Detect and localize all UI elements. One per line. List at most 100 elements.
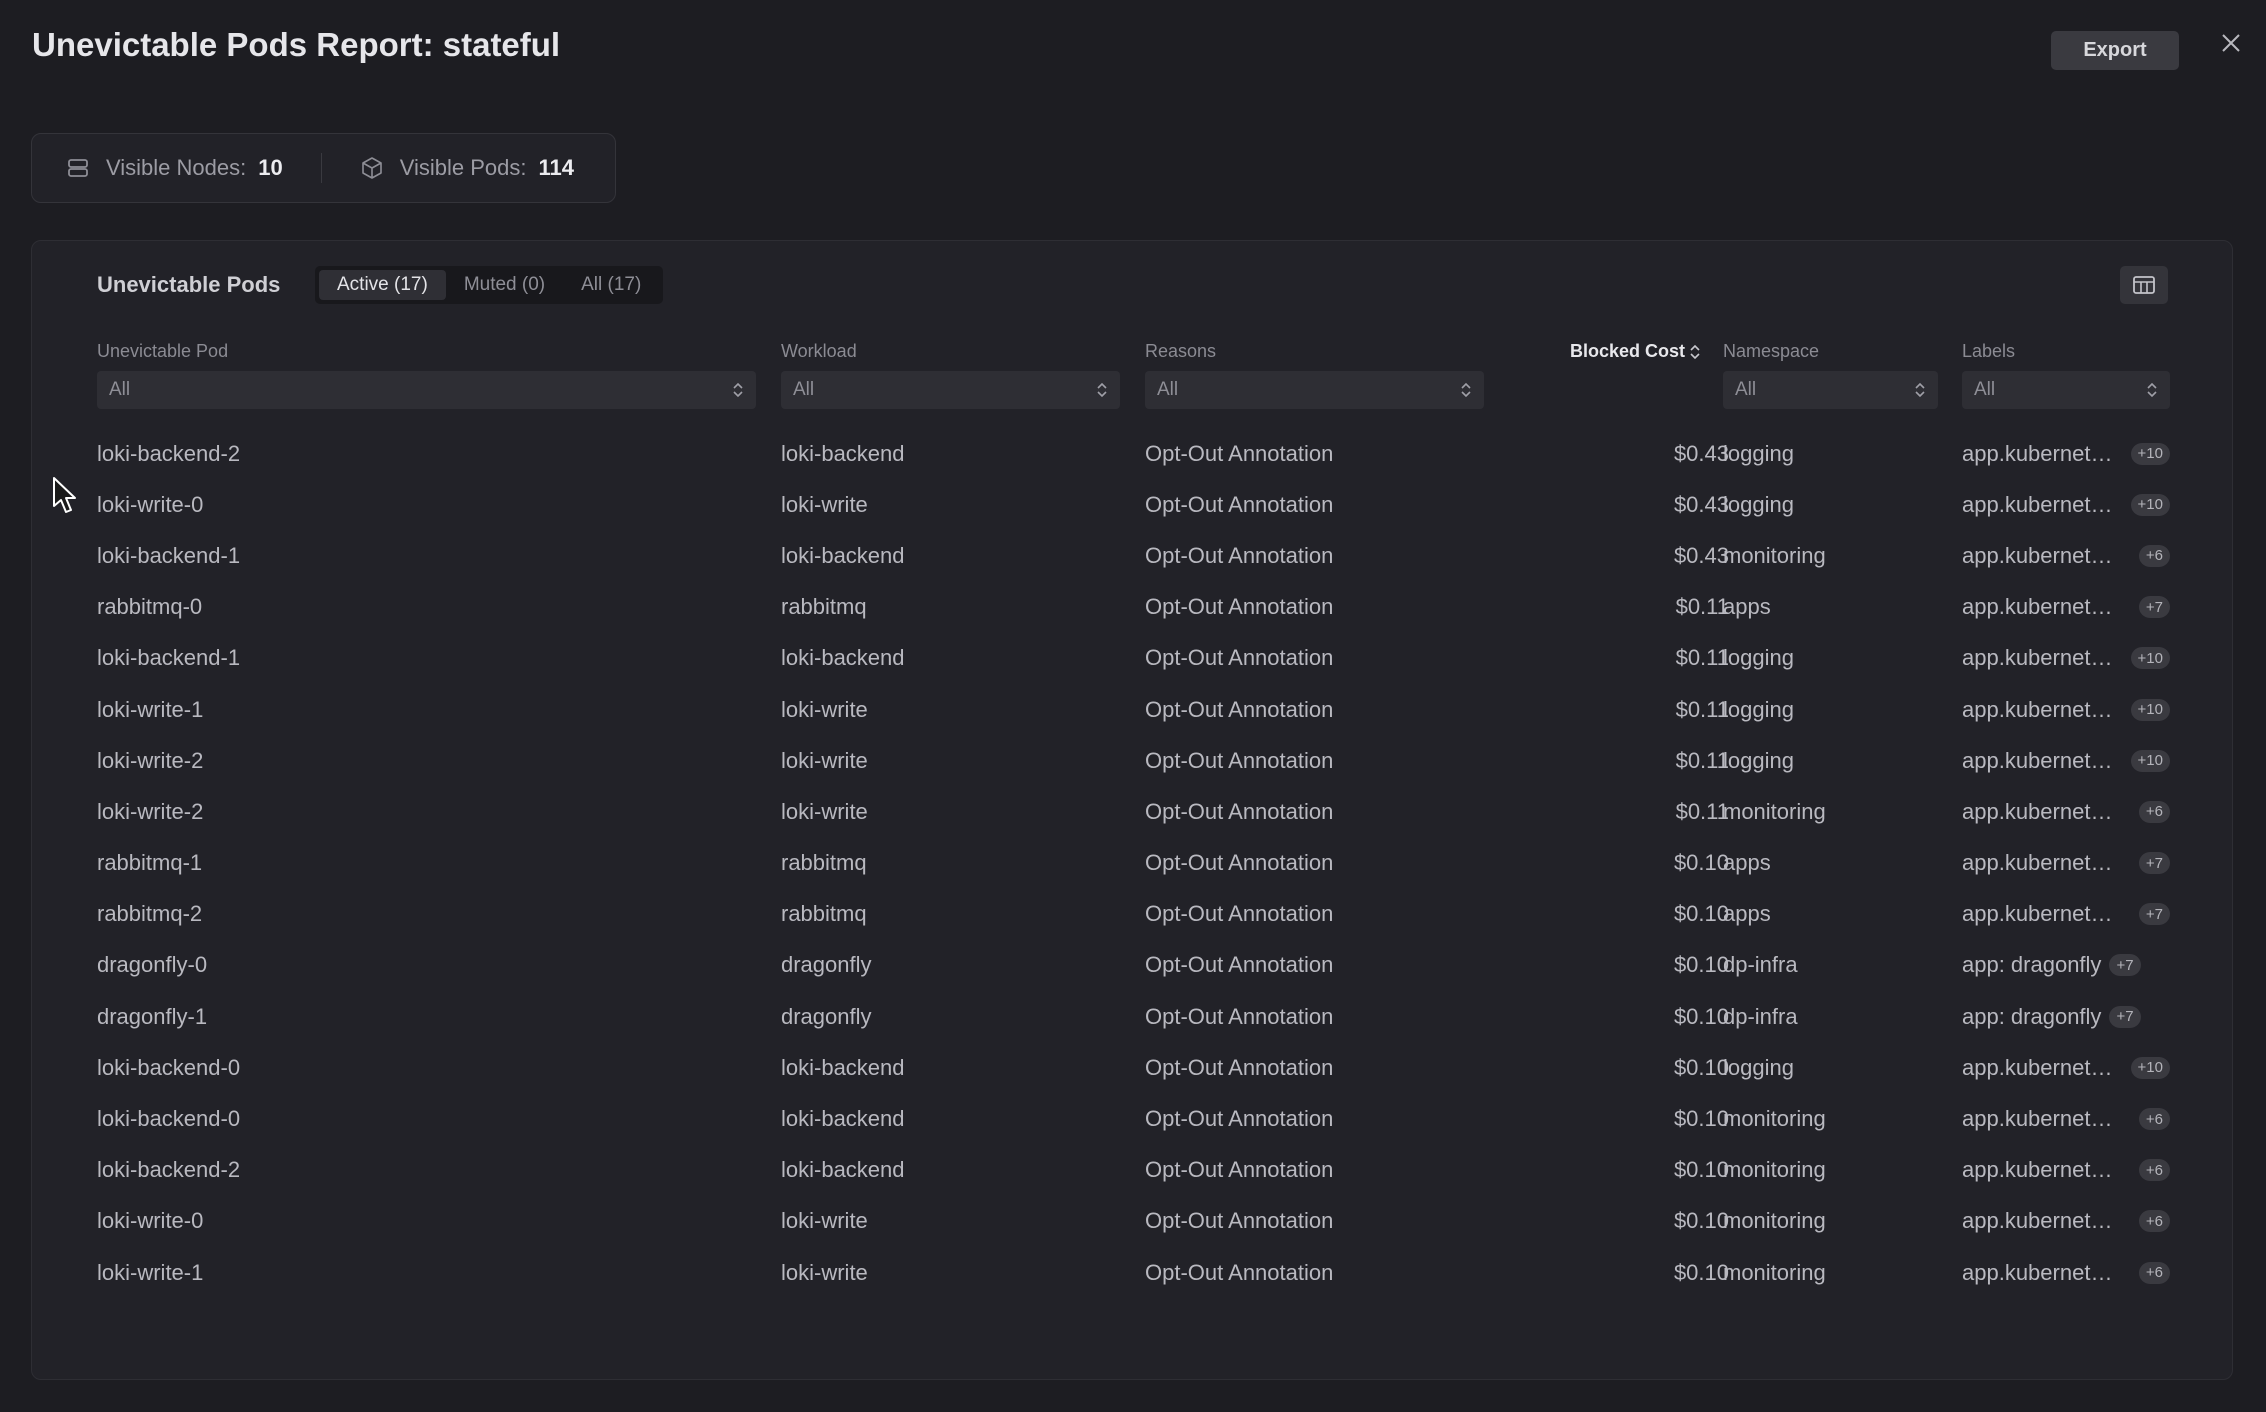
table-row[interactable]: loki-backend-2 loki-backend Opt-Out Annota…	[32, 1145, 2232, 1196]
more-labels-badge[interactable]: +10	[2130, 1056, 2170, 1079]
close-button[interactable]	[2218, 30, 2244, 56]
pod-name: loki-backend-2	[97, 1157, 241, 1183]
column-header-workload[interactable]: Workload	[781, 341, 857, 362]
namespace-name: logging	[1723, 747, 1794, 773]
table-row[interactable]: loki-write-0 loki-write Opt-Out Annotation…	[32, 479, 2232, 530]
column-settings-button[interactable]	[2120, 266, 2168, 304]
workload-name: rabbitmq	[781, 901, 867, 927]
tab-all[interactable]: All (17)	[563, 270, 659, 300]
namespace-name: apps	[1723, 901, 1771, 927]
export-button[interactable]: Export	[2051, 31, 2179, 70]
pod-name: loki-write-0	[97, 491, 204, 517]
labels-cell: app.kubernete... +6	[1962, 1093, 2170, 1144]
pod-filter-select[interactable]: All	[97, 371, 756, 409]
table-row[interactable]: rabbitmq-2 rabbitmq Opt-Out Annotation $0.1…	[32, 889, 2232, 940]
more-labels-badge[interactable]: +10	[2130, 493, 2170, 516]
namespace-name: dp-infra	[1723, 952, 1798, 978]
reason-text: Opt-Out Annotation	[1145, 747, 1334, 773]
reason-text: Opt-Out Annotation	[1145, 1208, 1334, 1234]
table-row[interactable]: loki-write-1 loki-write Opt-Out Annotation…	[32, 1247, 2232, 1298]
labels-filter-select[interactable]: All	[1962, 371, 2170, 409]
labels-cell: app.kubernete... +6	[1962, 1145, 2170, 1196]
label-text: app.kubernete...	[1962, 798, 2120, 824]
label-text: app.kubernete...	[1962, 1106, 2120, 1132]
workload-name: loki-write	[781, 1208, 868, 1234]
tab-active[interactable]: Active (17)	[319, 270, 446, 300]
more-labels-badge[interactable]: +6	[2138, 1261, 2170, 1284]
namespace-filter-select[interactable]: All	[1723, 371, 1938, 409]
tab-muted[interactable]: Muted (0)	[446, 270, 563, 300]
more-labels-badge[interactable]: +7	[2138, 903, 2170, 926]
table-row[interactable]: loki-write-2 loki-write Opt-Out Annotation…	[32, 786, 2232, 837]
pod-filter-value: All	[109, 379, 131, 400]
blocked-cost-value: $0.10	[1673, 901, 1729, 927]
label-text: app.kubernete...	[1962, 594, 2120, 620]
pod-name: dragonfly-1	[97, 1003, 208, 1029]
table-row[interactable]: rabbitmq-1 rabbitmq Opt-Out Annotation $0.1…	[32, 838, 2232, 889]
pod-name: loki-write-1	[97, 696, 204, 722]
more-labels-badge[interactable]: +6	[2138, 1210, 2170, 1233]
more-labels-badge[interactable]: +10	[2130, 749, 2170, 772]
more-labels-badge[interactable]: +6	[2138, 800, 2170, 823]
page-title: Unevictable Pods Report: stateful	[32, 26, 561, 63]
pod-name: rabbitmq-2	[97, 901, 203, 927]
labels-cell: app.kubernete... +10	[1962, 735, 2170, 786]
labels-cell: app.kubernete... +6	[1962, 786, 2170, 837]
column-header-namespace[interactable]: Namespace	[1723, 341, 1819, 362]
table-row[interactable]: loki-write-2 loki-write Opt-Out Annotation…	[32, 735, 2232, 786]
pod-name: dragonfly-0	[97, 952, 208, 978]
reason-text: Opt-Out Annotation	[1145, 1106, 1334, 1132]
workload-filter-select[interactable]: All	[781, 371, 1120, 409]
pod-name: loki-backend-0	[97, 1106, 241, 1132]
reasons-filter-select[interactable]: All	[1145, 371, 1484, 409]
pods-table-body: loki-backend-2 loki-backend Opt-Out Annota…	[32, 428, 2232, 1298]
blocked-cost-value: $0.11	[1675, 798, 1729, 824]
table-row[interactable]: loki-backend-2 loki-backend Opt-Out Annota…	[32, 428, 2232, 479]
table-row[interactable]: loki-write-0 loki-write Opt-Out Annotation…	[32, 1196, 2232, 1247]
cube-icon	[361, 157, 382, 179]
table-row[interactable]: loki-backend-1 loki-backend Opt-Out Annota…	[32, 530, 2232, 581]
label-text: app.kubernete...	[1962, 1054, 2120, 1080]
table-row[interactable]: loki-backend-0 loki-backend Opt-Out Annota…	[32, 1093, 2232, 1144]
label-text: app.kubernete...	[1962, 542, 2120, 568]
blocked-cost-value: $0.10	[1673, 850, 1729, 876]
column-header-pod[interactable]: Unevictable Pod	[97, 341, 228, 362]
namespace-name: monitoring	[1723, 542, 1826, 568]
more-labels-badge[interactable]: +7	[2109, 1005, 2141, 1028]
namespace-name: logging	[1723, 440, 1794, 466]
table-row[interactable]: dragonfly-0 dragonfly Opt-Out Annotation $0…	[32, 940, 2232, 991]
stats-bar: Visible Nodes: 10 Visible Pods: 114	[31, 133, 616, 203]
column-header-labels[interactable]: Labels	[1962, 341, 2015, 362]
more-labels-badge[interactable]: +6	[2138, 1159, 2170, 1182]
more-labels-badge[interactable]: +7	[2138, 596, 2170, 619]
blocked-cost-value: $0.43	[1673, 542, 1729, 568]
table-row[interactable]: dragonfly-1 dragonfly Opt-Out Annotation $0…	[32, 991, 2232, 1042]
more-labels-badge[interactable]: +10	[2130, 698, 2170, 721]
table-row[interactable]: loki-backend-1 loki-backend Opt-Out Annota…	[32, 633, 2232, 684]
namespace-name: logging	[1723, 1054, 1794, 1080]
labels-cell: app.kubernete... +7	[1962, 582, 2170, 633]
workload-name: loki-backend	[781, 542, 905, 568]
column-header-reasons[interactable]: Reasons	[1145, 341, 1216, 362]
more-labels-badge[interactable]: +6	[2138, 1108, 2170, 1131]
column-header-blocked-cost[interactable]: Blocked Cost	[1570, 341, 1701, 362]
pod-name: loki-backend-1	[97, 542, 241, 568]
reason-text: Opt-Out Annotation	[1145, 1054, 1334, 1080]
more-labels-badge[interactable]: +10	[2130, 442, 2170, 465]
visible-pods-value: 114	[538, 155, 575, 180]
chevron-updown-icon	[1461, 382, 1471, 398]
pod-name: loki-backend-1	[97, 645, 241, 671]
table-row[interactable]: loki-backend-0 loki-backend Opt-Out Annota…	[32, 1042, 2232, 1093]
more-labels-badge[interactable]: +7	[2109, 954, 2141, 977]
table-row[interactable]: loki-write-1 loki-write Opt-Out Annotation…	[32, 684, 2232, 735]
workload-filter-value: All	[793, 379, 815, 400]
blocked-cost-value: $0.43	[1673, 491, 1729, 517]
pod-name: loki-write-0	[97, 1208, 204, 1234]
labels-cell: app.kubernete... +10	[1962, 428, 2170, 479]
more-labels-badge[interactable]: +10	[2130, 647, 2170, 670]
table-row[interactable]: rabbitmq-0 rabbitmq Opt-Out Annotation $0.1…	[32, 582, 2232, 633]
close-icon	[2222, 34, 2240, 52]
more-labels-badge[interactable]: +7	[2138, 852, 2170, 875]
more-labels-badge[interactable]: +6	[2138, 544, 2170, 567]
label-text: app.kubernete...	[1962, 901, 2120, 927]
